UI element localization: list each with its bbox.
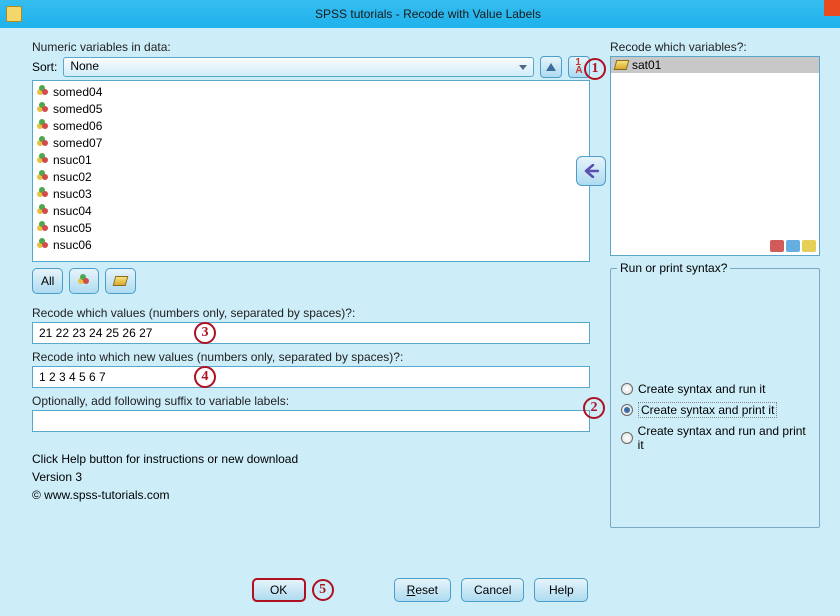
reset-label: eset — [415, 583, 438, 597]
sort-value: None — [70, 59, 99, 73]
dialog-window: SPSS tutorials - Recode with Value Label… — [0, 0, 840, 616]
radio-label: Create syntax and run and print it — [638, 424, 809, 452]
help-button[interactable]: Help — [534, 578, 588, 602]
left-panel: Numeric variables in data: Sort: None 1A… — [32, 40, 590, 565]
selected-variable-item[interactable]: sat01 — [611, 57, 819, 73]
var-name: somed06 — [53, 119, 102, 133]
radio-label: Create syntax and print it — [638, 402, 777, 418]
info-line1: Click Help button for instructions or ne… — [32, 450, 590, 468]
scale-icon — [614, 60, 630, 70]
var-name: nsuc03 — [53, 187, 92, 201]
scale-type-icon — [802, 240, 816, 252]
variable-item[interactable]: nsuc02 — [33, 168, 589, 185]
callout-3: 3 — [194, 322, 216, 344]
nominal-icon — [37, 120, 49, 132]
callout-1: 1 — [584, 58, 606, 80]
var-name: nsuc06 — [53, 238, 92, 252]
dialog-button-row: OK 5 Reset Cancel Help — [0, 573, 840, 616]
nominal-icon — [37, 137, 49, 149]
reset-button[interactable]: Reset — [394, 578, 451, 602]
nominal-icon — [37, 222, 49, 234]
variable-item[interactable]: nsuc05 — [33, 219, 589, 236]
app-icon — [6, 6, 22, 22]
variables-listbox[interactable]: somed04 somed05 somed06 somed07 nsuc01 nsuc02… — [32, 80, 590, 262]
nominal-icon — [37, 171, 49, 183]
nominal-icon — [37, 188, 49, 200]
info-block: Click Help button for instructions or ne… — [32, 450, 590, 504]
variable-item[interactable]: nsuc03 — [33, 185, 589, 202]
radio-icon — [621, 404, 633, 416]
window-title: SPSS tutorials - Recode with Value Label… — [22, 7, 834, 21]
sort-direction-button[interactable] — [540, 56, 562, 78]
sort-label: Sort: — [32, 60, 57, 74]
radio-icon — [621, 383, 633, 395]
nominal-icon — [78, 275, 90, 287]
variable-item[interactable]: somed04 — [33, 83, 589, 100]
nominal-type-icon — [770, 240, 784, 252]
recode-into-input[interactable] — [32, 366, 590, 388]
titlebar: SPSS tutorials - Recode with Value Label… — [0, 0, 840, 28]
recode-into-label: Recode into which new values (numbers on… — [32, 350, 590, 364]
nominal-icon — [37, 154, 49, 166]
variable-item[interactable]: somed05 — [33, 100, 589, 117]
var-name: nsuc01 — [53, 153, 92, 167]
variable-item[interactable]: nsuc01 — [33, 151, 589, 168]
variable-item[interactable]: somed07 — [33, 134, 589, 151]
nominal-icon — [37, 205, 49, 217]
filter-type2-button[interactable] — [105, 268, 136, 294]
var-name: nsuc04 — [53, 204, 92, 218]
radio-icon — [621, 432, 633, 444]
nominal-icon — [37, 103, 49, 115]
recode-values-input[interactable] — [32, 322, 590, 344]
run-print-fieldset: Run or print syntax? Create syntax and r… — [610, 268, 820, 528]
target-vars-listbox[interactable]: sat01 — [610, 56, 820, 256]
callout-5: 5 — [312, 579, 334, 601]
radio-label: Create syntax and run it — [638, 382, 765, 396]
arrow-up-icon — [546, 63, 556, 71]
sort-alpha-icon: 1A — [575, 59, 582, 75]
nominal-icon — [37, 86, 49, 98]
scale-icon — [113, 276, 129, 286]
suffix-input[interactable] — [32, 410, 590, 432]
var-name: somed04 — [53, 85, 102, 99]
selected-var-name: sat01 — [632, 58, 661, 72]
info-line3: © www.spss-tutorials.com — [32, 486, 590, 504]
numeric-vars-label: Numeric variables in data: — [32, 40, 590, 54]
info-line2: Version 3 — [32, 468, 590, 486]
var-name: nsuc02 — [53, 170, 92, 184]
target-vars-label: Recode which variables?: — [610, 40, 820, 54]
type-icons — [770, 240, 816, 252]
radio-option[interactable]: Create syntax and run it — [621, 379, 809, 399]
fieldset-legend: Run or print syntax? — [617, 261, 730, 275]
var-name: nsuc05 — [53, 221, 92, 235]
var-name: somed05 — [53, 102, 102, 116]
sort-dropdown[interactable]: None — [63, 57, 534, 77]
close-icon[interactable] — [824, 0, 840, 16]
filter-all-button[interactable]: All — [32, 268, 63, 294]
var-name: somed07 — [53, 136, 102, 150]
recode-values-label: Recode which values (numbers only, separ… — [32, 306, 590, 320]
ok-button[interactable]: OK — [252, 578, 306, 602]
variable-item[interactable]: nsuc04 — [33, 202, 589, 219]
callout-4: 4 — [194, 366, 216, 388]
move-variable-button[interactable] — [576, 156, 606, 186]
content-area: Numeric variables in data: Sort: None 1A… — [0, 28, 840, 573]
radio-option[interactable]: Create syntax and print it — [621, 399, 809, 421]
variable-item[interactable]: nsuc06 — [33, 236, 589, 253]
callout-2: 2 — [583, 397, 605, 419]
cancel-button[interactable]: Cancel — [461, 578, 524, 602]
variable-item[interactable]: somed06 — [33, 117, 589, 134]
ordinal-type-icon — [786, 240, 800, 252]
radio-option[interactable]: Create syntax and run and print it — [621, 421, 809, 455]
filter-type1-button[interactable] — [69, 268, 99, 294]
arrow-left-icon — [583, 164, 599, 178]
nominal-icon — [37, 239, 49, 251]
right-panel: Recode which variables?: sat01 1 Run — [610, 40, 820, 565]
suffix-label: Optionally, add following suffix to vari… — [32, 394, 590, 408]
